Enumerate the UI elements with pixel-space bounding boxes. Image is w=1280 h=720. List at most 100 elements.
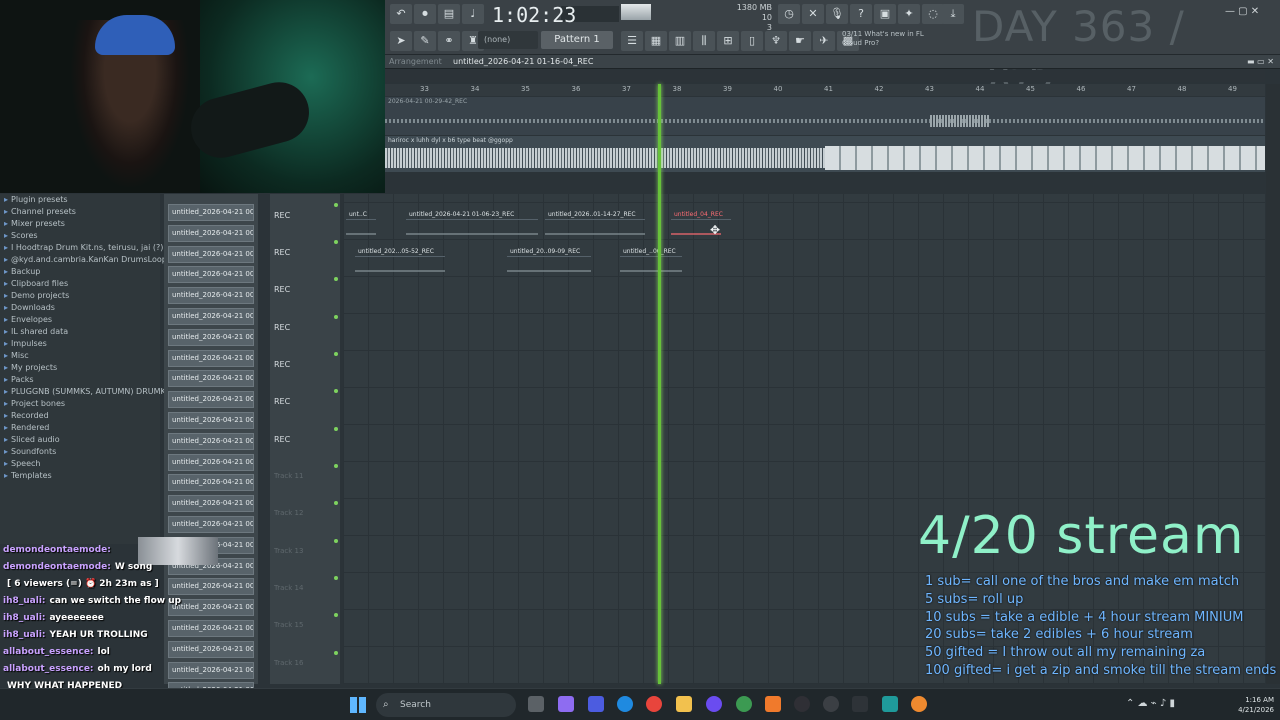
audio-clip[interactable]: untitled_..06_REC bbox=[620, 247, 682, 257]
track-mute-led[interactable] bbox=[334, 240, 338, 244]
audio-clip[interactable]: untitled_2026..01-14-27_REC bbox=[545, 210, 645, 220]
track-mute-led[interactable] bbox=[334, 651, 338, 655]
browser-item[interactable]: ▸ My projects bbox=[4, 363, 57, 372]
store-icon[interactable] bbox=[882, 696, 898, 712]
browser-item[interactable]: ▸ Mixer presets bbox=[4, 219, 65, 228]
record-mode-icon[interactable]: ⏺ bbox=[414, 4, 436, 24]
playhead[interactable] bbox=[658, 84, 661, 684]
browser-item[interactable]: ▸ PLUGGNB (SUMMKS, AUTUMN) DRUMKIT bbox=[4, 387, 173, 396]
chrome-icon[interactable] bbox=[646, 696, 662, 712]
recording-button[interactable]: untitled_2026-04-21 00- bbox=[168, 224, 254, 242]
browser-item[interactable]: ▸ Clipboard files bbox=[4, 279, 68, 288]
browser-item[interactable]: ▸ Templates bbox=[4, 471, 52, 480]
beat-track[interactable]: hariroc x luhh dyl x b6 type beat @ggopp bbox=[385, 136, 1265, 172]
track-name[interactable]: REC bbox=[274, 285, 290, 294]
pencil-icon[interactable]: ✎ bbox=[414, 31, 436, 51]
recording-button[interactable]: untitled_2026-04-21 00- bbox=[168, 349, 254, 367]
link-icon[interactable]: ⚭ bbox=[438, 31, 460, 51]
export-icon[interactable]: ⤓ bbox=[942, 4, 964, 24]
browser-item[interactable]: ▸ Packs bbox=[4, 375, 34, 384]
playlist-window-controls[interactable]: ▬ ▭ ✕ bbox=[1247, 57, 1274, 66]
track-name[interactable]: REC bbox=[274, 435, 290, 444]
browser-item[interactable]: ▸ Project bones bbox=[4, 399, 65, 408]
browser-item[interactable]: ▸ Rendered bbox=[4, 423, 49, 432]
track-mute-led[interactable] bbox=[334, 203, 338, 207]
audio-track-top[interactable]: 2026-04-21 00-29-42_REC bbox=[385, 97, 1265, 135]
browser-item[interactable]: ▸ Downloads bbox=[4, 303, 55, 312]
track-mute-led[interactable] bbox=[334, 464, 338, 468]
chrome-alt-icon[interactable] bbox=[736, 696, 752, 712]
scroll-overview[interactable] bbox=[385, 70, 1265, 82]
window-controls[interactable]: — ▢ ✕ bbox=[1225, 6, 1259, 17]
app-icon[interactable] bbox=[852, 696, 868, 712]
chat-username[interactable]: demondeontaemode: bbox=[3, 545, 111, 555]
chat-icon[interactable]: ◌ bbox=[922, 4, 944, 24]
browser-item[interactable]: ▸ Misc bbox=[4, 351, 29, 360]
browser-item[interactable]: ▸ Demo projects bbox=[4, 291, 69, 300]
track-name[interactable]: REC bbox=[274, 397, 290, 406]
audio-clip[interactable]: unt..C bbox=[346, 210, 376, 220]
plugin-picker-icon[interactable]: ♆ bbox=[765, 31, 787, 51]
media-player-icon[interactable] bbox=[823, 696, 839, 712]
copilot-icon[interactable] bbox=[558, 696, 574, 712]
edge-icon[interactable] bbox=[617, 696, 633, 712]
mic-icon[interactable]: 🎙 bbox=[826, 4, 848, 24]
chat-username[interactable]: ih8_uali: bbox=[3, 596, 46, 606]
track-name[interactable]: Track 11 bbox=[274, 472, 303, 480]
start-icon[interactable] bbox=[350, 697, 366, 713]
recording-button[interactable]: untitled_2026-04-21 00- bbox=[168, 370, 254, 388]
mixer-icon[interactable]: ⫼ bbox=[693, 31, 715, 51]
recording-button[interactable]: untitled_2026-04-21 00- bbox=[168, 391, 254, 409]
snap-select[interactable]: (none) bbox=[478, 31, 538, 49]
recording-button[interactable]: untitled_2026-04-21 00- bbox=[168, 453, 254, 471]
obs-icon[interactable] bbox=[794, 696, 810, 712]
recording-button[interactable]: untitled_2026-04-21 00- bbox=[168, 266, 254, 284]
track-mute-led[interactable] bbox=[334, 389, 338, 393]
browser-item[interactable]: ▸ Sliced audio bbox=[4, 435, 60, 444]
browser-item[interactable]: ▸ Speech bbox=[4, 459, 40, 468]
track-name[interactable]: Track 12 bbox=[274, 509, 303, 517]
breadcrumb[interactable]: Arrangement bbox=[389, 57, 442, 66]
browser-item[interactable]: ▸ Plugin presets bbox=[4, 195, 68, 204]
firefox-icon[interactable] bbox=[911, 696, 927, 712]
channel-rack-icon[interactable]: ▥ bbox=[669, 31, 691, 51]
help-icon[interactable]: ? bbox=[850, 4, 872, 24]
cloud-icon[interactable]: ✈ bbox=[813, 31, 835, 51]
recording-button[interactable]: untitled_2026-04-21 00- bbox=[168, 474, 254, 492]
recording-button[interactable]: untitled_2026-04-21 00- bbox=[168, 245, 254, 263]
audio-clip-recording[interactable]: untitled_04_REC bbox=[671, 210, 731, 220]
cpu-icon[interactable]: ◷ bbox=[778, 4, 800, 24]
track-name[interactable]: Track 15 bbox=[274, 621, 303, 629]
tools-icon[interactable]: ✕ bbox=[802, 4, 824, 24]
chat-username[interactable]: allabout_essence: bbox=[3, 664, 94, 674]
arrow-icon[interactable]: ➤ bbox=[390, 31, 412, 51]
recording-button[interactable]: untitled_2026-04-21 00- bbox=[168, 308, 254, 325]
track-mute-led[interactable] bbox=[334, 501, 338, 505]
news-panel[interactable]: 03/11 What's new in FL Cloud Pro? bbox=[842, 30, 942, 48]
chat-username[interactable]: ih8_uali: bbox=[3, 630, 46, 640]
tray-icons[interactable]: ⌃ ☁ ⌁ ♪ ▮ bbox=[1126, 698, 1175, 709]
timeline-ruler[interactable]: 33 34 35 36 37 38 39 40 41 42 43 44 45 46 47 48 49 bbox=[385, 84, 1265, 96]
chat-username[interactable]: allabout_essence: bbox=[3, 647, 94, 657]
recording-button[interactable]: untitled_2026-04-21 00- bbox=[168, 328, 254, 346]
chat-username[interactable]: ih8_uali: bbox=[3, 613, 46, 623]
browser-item[interactable]: ▸ @kyd.and.cambria.KanKan DrumsLoopKit bbox=[4, 255, 177, 264]
track-name[interactable]: REC bbox=[274, 323, 290, 332]
recording-button[interactable]: untitled_2026-04-21 00- bbox=[168, 204, 254, 221]
browser-item[interactable]: ▸ IL shared data bbox=[4, 327, 68, 336]
track-name[interactable]: REC bbox=[274, 211, 290, 220]
save-icon[interactable]: ▣ bbox=[874, 4, 896, 24]
track-mute-led[interactable] bbox=[334, 277, 338, 281]
plugin-icon[interactable]: ✦ bbox=[898, 4, 920, 24]
browser-item[interactable]: ▸ I Hoodtrap Drum Kit.ns, teirusu, jai (?… bbox=[4, 243, 163, 252]
track-mute-led[interactable] bbox=[334, 613, 338, 617]
track-name[interactable]: REC bbox=[274, 248, 290, 257]
step-icon[interactable]: ▤ bbox=[438, 4, 460, 24]
piano-roll-icon[interactable]: ▦ bbox=[645, 31, 667, 51]
track-mute-led[interactable] bbox=[334, 315, 338, 319]
audio-clip[interactable]: untitled_20..09-09_REC bbox=[507, 247, 591, 257]
browser-item[interactable]: ▸ Channel presets bbox=[4, 207, 76, 216]
track-name[interactable]: Track 13 bbox=[274, 547, 303, 555]
audio-clip[interactable]: untitled_202...05-52_REC bbox=[355, 247, 445, 257]
recording-button[interactable]: untitled_2026-04-21 00- bbox=[168, 495, 254, 513]
